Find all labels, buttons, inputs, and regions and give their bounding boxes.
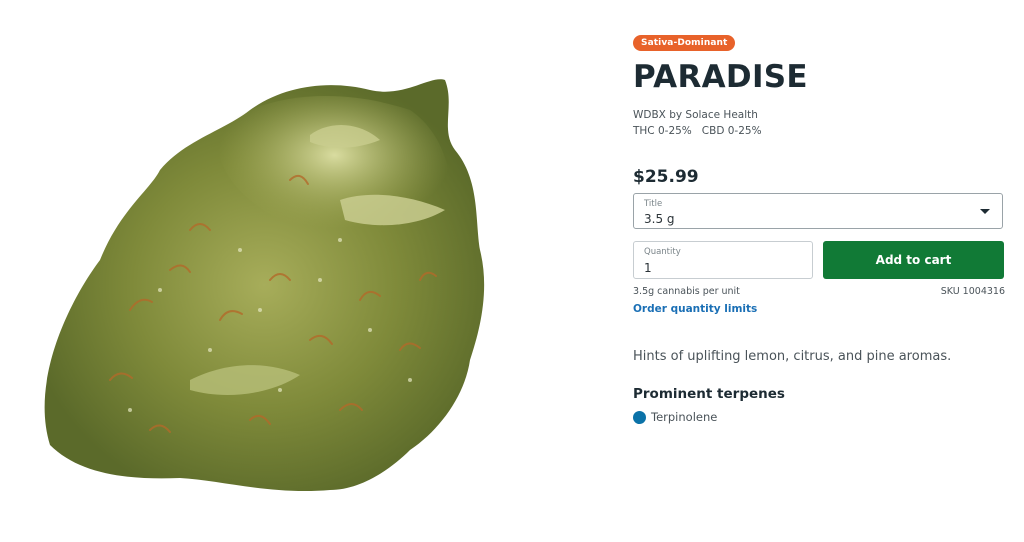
variant-select-value: 3.5 g <box>644 212 675 226</box>
quantity-value[interactable]: 1 <box>644 261 652 275</box>
brand-label: WDBX by Solace Health <box>633 109 758 121</box>
potency-info: THC 0-25% CBD 0-25% <box>633 125 1005 137</box>
caret-down-icon <box>980 209 990 214</box>
terpene-dot-icon <box>633 410 646 424</box>
product-title: PARADISE <box>633 59 808 95</box>
quantity-row: Quantity 1 Add to cart <box>633 241 1005 279</box>
product-info: Sativa-Dominant PARADISE WDBX by Solace … <box>633 30 1005 424</box>
terpenes-heading: Prominent terpenes <box>633 386 785 402</box>
sku-label: SKU 1004316 <box>940 286 1005 297</box>
terpene-name: Terpinolene <box>651 410 718 424</box>
quantity-field[interactable]: Quantity 1 <box>633 241 813 279</box>
thc-value: THC 0-25% <box>633 125 692 137</box>
unit-meta-row: 3.5g cannabis per unit SKU 1004316 <box>633 286 1005 297</box>
unit-info: 3.5g cannabis per unit <box>633 286 740 297</box>
variant-select[interactable]: Title 3.5 g <box>633 193 1003 229</box>
product-price: $25.99 <box>633 167 699 187</box>
cannabis-bud-image <box>44 79 485 492</box>
cbd-value: CBD 0-25% <box>701 125 762 137</box>
strain-type-badge: Sativa-Dominant <box>633 35 736 51</box>
product-page: Sativa-Dominant PARADISE WDBX by Solace … <box>0 0 1024 542</box>
order-quantity-limits-link[interactable]: Order quantity limits <box>633 303 757 315</box>
product-image <box>10 50 570 520</box>
terpene-item: Terpinolene <box>633 410 1005 424</box>
variant-select-label: Title <box>644 199 663 209</box>
add-to-cart-button[interactable]: Add to cart <box>823 241 1004 279</box>
product-description: Hints of uplifting lemon, citrus, and pi… <box>633 349 952 364</box>
quantity-label: Quantity <box>644 247 681 257</box>
